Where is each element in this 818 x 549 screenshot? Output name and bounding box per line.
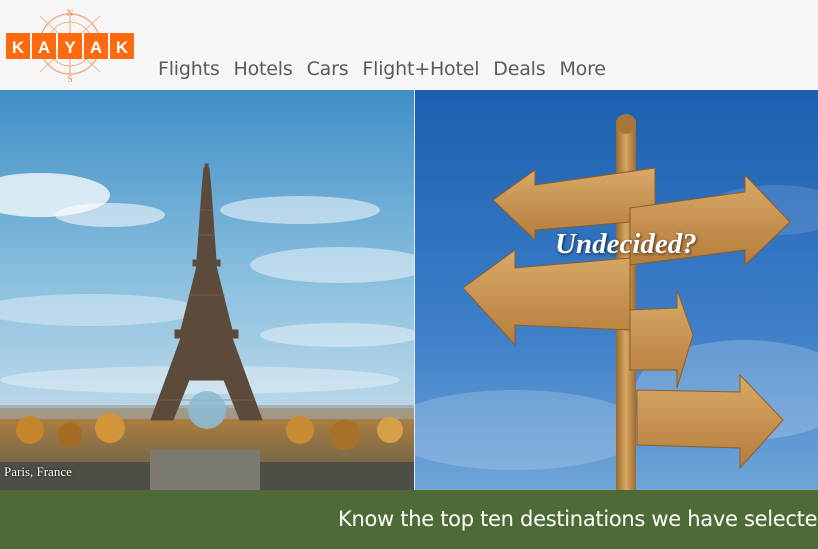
compass-north: N bbox=[67, 8, 74, 18]
site-header: N S K A Y A K Flights Hotels Cars Flight… bbox=[0, 0, 818, 90]
logo-letter: A bbox=[38, 38, 50, 57]
logo-letter: K bbox=[12, 38, 25, 57]
nav-flight-hotel[interactable]: Flight+Hotel bbox=[362, 58, 479, 80]
kayak-logo[interactable]: N S K A Y A K bbox=[6, 6, 136, 84]
nav-more[interactable]: More bbox=[559, 58, 606, 80]
location-caption: Paris, France bbox=[4, 464, 72, 479]
nav-deals[interactable]: Deals bbox=[493, 58, 545, 80]
paris-hero-panel[interactable]: Paris, France bbox=[0, 90, 414, 490]
banner-text: Know the top ten destinations we have se… bbox=[338, 507, 818, 531]
undecided-headline: Undecided? bbox=[555, 228, 697, 260]
logo-letter: K bbox=[116, 38, 129, 57]
signpost-image bbox=[415, 90, 818, 490]
nav-cars[interactable]: Cars bbox=[307, 58, 349, 80]
nav-hotels[interactable]: Hotels bbox=[234, 58, 293, 80]
undecided-hero-panel[interactable]: Undecided? bbox=[415, 90, 818, 490]
destinations-banner[interactable]: Know the top ten destinations we have se… bbox=[0, 490, 818, 549]
nav-flights[interactable]: Flights bbox=[158, 58, 220, 80]
main-nav: Flights Hotels Cars Flight+Hotel Deals M… bbox=[158, 58, 606, 80]
logo-letter: A bbox=[90, 38, 102, 57]
eiffel-tower-image bbox=[0, 90, 414, 490]
logo-letter: Y bbox=[64, 38, 76, 57]
compass-south: S bbox=[67, 74, 72, 84]
